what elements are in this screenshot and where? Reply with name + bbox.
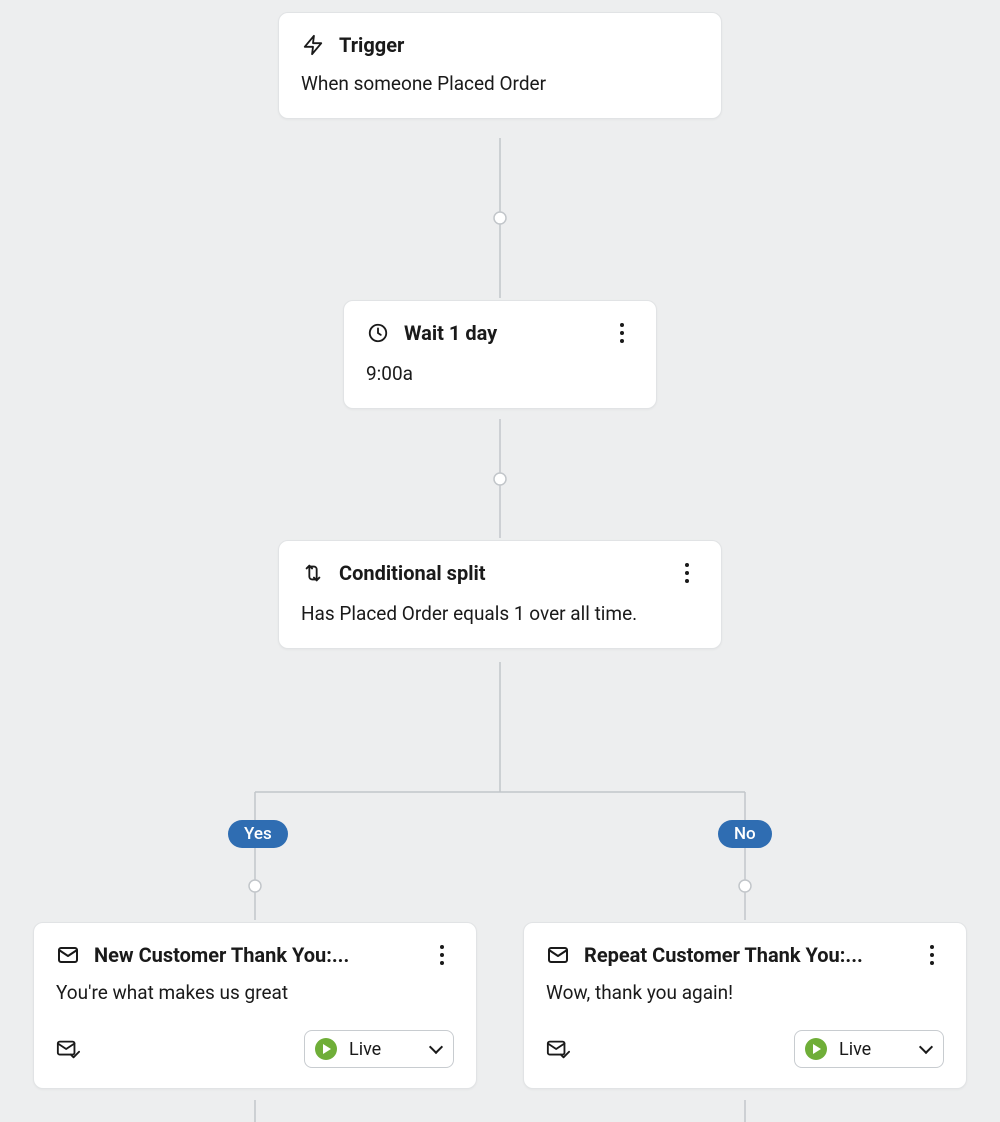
trigger-card[interactable]: Trigger When someone Placed Order bbox=[278, 12, 722, 119]
email-yes-card[interactable]: New Customer Thank You:... You're what m… bbox=[33, 922, 477, 1089]
email-yes-subject: You're what makes us great bbox=[56, 981, 454, 1004]
email-no-status-select[interactable]: Live bbox=[794, 1030, 944, 1068]
email-no-title: Repeat Customer Thank You:... bbox=[584, 943, 906, 967]
mail-check-icon bbox=[56, 1037, 80, 1061]
play-icon bbox=[805, 1038, 827, 1060]
chevron-down-icon bbox=[919, 1040, 933, 1054]
split-condition: Has Placed Order equals 1 over all time. bbox=[301, 601, 699, 628]
wait-menu-button[interactable] bbox=[610, 321, 634, 345]
trigger-title: Trigger bbox=[339, 33, 699, 57]
email-yes-status-label: Live bbox=[349, 1039, 419, 1060]
email-no-subject: Wow, thank you again! bbox=[546, 981, 944, 1004]
clock-icon bbox=[366, 321, 390, 345]
branch-no-badge: No bbox=[718, 820, 772, 848]
email-no-menu-button[interactable] bbox=[920, 943, 944, 967]
wait-time: 9:00a bbox=[366, 361, 634, 388]
email-no-status-label: Live bbox=[839, 1039, 909, 1060]
lightning-icon bbox=[301, 33, 325, 57]
split-menu-button[interactable] bbox=[675, 561, 699, 585]
mail-icon bbox=[56, 943, 80, 967]
branch-yes-badge: Yes bbox=[228, 820, 288, 848]
email-yes-status-select[interactable]: Live bbox=[304, 1030, 454, 1068]
mail-check-icon bbox=[546, 1037, 570, 1061]
email-no-card[interactable]: Repeat Customer Thank You:... Wow, thank… bbox=[523, 922, 967, 1089]
wait-card[interactable]: Wait 1 day 9:00a bbox=[343, 300, 657, 409]
chevron-down-icon bbox=[429, 1040, 443, 1054]
play-icon bbox=[315, 1038, 337, 1060]
split-icon bbox=[301, 561, 325, 585]
email-yes-menu-button[interactable] bbox=[430, 943, 454, 967]
wait-title: Wait 1 day bbox=[404, 321, 596, 345]
split-title: Conditional split bbox=[339, 561, 661, 585]
trigger-description: When someone Placed Order bbox=[301, 71, 699, 98]
email-yes-title: New Customer Thank You:... bbox=[94, 943, 416, 967]
conditional-split-card[interactable]: Conditional split Has Placed Order equal… bbox=[278, 540, 722, 649]
mail-icon bbox=[546, 943, 570, 967]
